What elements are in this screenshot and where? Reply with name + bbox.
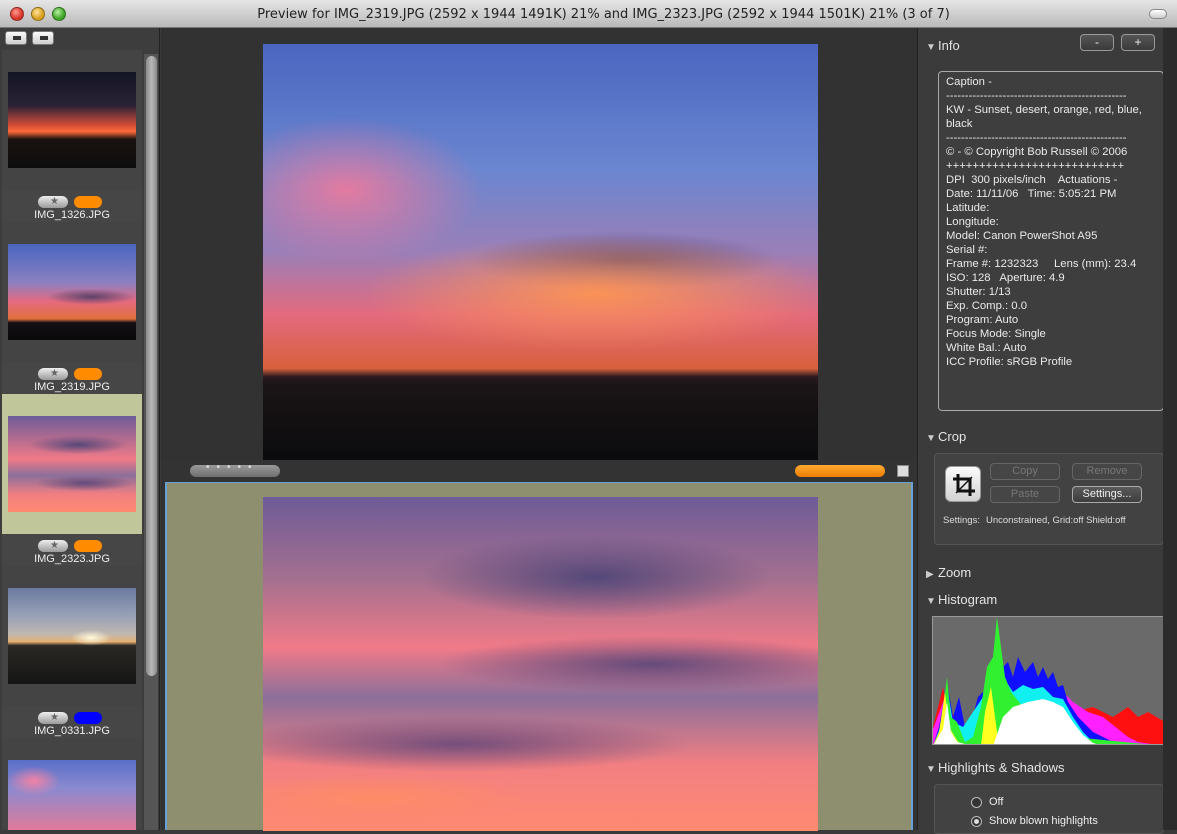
crop-tool-button[interactable] (945, 466, 981, 502)
info-section-header[interactable]: ▼ Info (926, 38, 960, 53)
highlights-section-title: Highlights & Shadows (938, 760, 1065, 775)
list-view-button[interactable] (32, 31, 54, 45)
rating-pill[interactable]: ★ (38, 540, 68, 552)
crop-section-header[interactable]: ▼ Crop (926, 429, 966, 444)
grid-view-button[interactable] (5, 31, 27, 45)
crop-copy-button[interactable]: Copy (990, 463, 1060, 480)
thumbnail-badges: ★ IMG_1326.JPG (2, 190, 142, 222)
histogram-section-title: Histogram (938, 592, 998, 607)
crop-icon (953, 474, 975, 496)
crop-section-title: Crop (938, 429, 967, 444)
histogram-svg (933, 617, 1163, 744)
crop-controls: Copy Remove Paste Settings... Settings: U… (934, 453, 1164, 545)
histogram-graph (932, 616, 1164, 745)
highlights-options: Off Show blown highlights (934, 784, 1164, 834)
crop-settings-caption: Settings: (943, 515, 980, 526)
thumbnail-badges: ★ IMG_2319.JPG (2, 362, 142, 394)
zoom-section-header[interactable]: ▶ Zoom (926, 565, 971, 580)
color-label-bar[interactable] (795, 465, 885, 477)
thumbnail-item[interactable]: ★ IMG_2319.JPG (2, 222, 142, 394)
minimize-window-button[interactable] (31, 7, 45, 21)
inspector-panel: ▼ Info - + Caption - --------------------… (917, 28, 1177, 834)
thumbnail-strip: ★ IMG_1326.JPG ★ IMG_2319.JPG ★ IMG_2323… (0, 28, 160, 830)
color-label-pill[interactable] (74, 540, 102, 552)
disclosure-triangle-open-icon[interactable]: ▼ (926, 42, 938, 53)
preview-pane-selected (165, 482, 913, 831)
crop-settings-button[interactable]: Settings... (1072, 486, 1142, 503)
preview-area: ••••• (161, 28, 917, 831)
disclosure-triangle-open-icon[interactable]: ▼ (926, 764, 938, 775)
thumbnail-filename: IMG_2323.JPG (34, 553, 110, 565)
thumbnail-image[interactable] (8, 588, 136, 684)
close-window-button[interactable] (10, 7, 24, 21)
rating-pill[interactable]: ★ (38, 712, 68, 724)
thumbnail-filename: IMG_0331.JPG (34, 725, 110, 737)
thumbnail-image[interactable] (8, 416, 136, 512)
radio-show-blown-highlights[interactable] (971, 816, 982, 827)
star-icon: ★ (50, 712, 59, 723)
radio-show-blown-highlights-label[interactable]: Show blown highlights (989, 815, 1098, 827)
thumbnail-item[interactable]: ★ IMG_1326.JPG (2, 50, 142, 222)
disclosure-triangle-closed-icon[interactable]: ▶ (926, 569, 938, 580)
thumbnail-scrollbar-thumb[interactable] (146, 56, 157, 676)
thumbnail-filename: IMG_1326.JPG (34, 209, 110, 221)
zoom-window-button[interactable] (52, 7, 66, 21)
divider-grip-handle[interactable]: ••••• (190, 462, 280, 477)
highlights-section-header[interactable]: ▼ Highlights & Shadows (926, 760, 1064, 775)
thumbnail-image[interactable] (8, 760, 136, 830)
color-label-pill[interactable] (74, 712, 102, 724)
thumbnail-badges: ★ IMG_0331.JPG (2, 706, 142, 738)
radio-off-label[interactable]: Off (989, 796, 1003, 808)
metadata-text-area[interactable]: Caption - ------------------------------… (938, 71, 1164, 411)
divider-checkbox[interactable] (897, 465, 909, 477)
crop-settings-summary: Settings: Unconstrained, Grid:off Shield:… (943, 515, 1126, 526)
color-label-pill[interactable] (74, 368, 102, 380)
star-icon: ★ (50, 540, 59, 551)
rating-pill[interactable]: ★ (38, 368, 68, 380)
crop-settings-value: Unconstrained, Grid:off Shield:off (985, 515, 1126, 526)
thumbnail-item[interactable]: ★ IMG_0331.JPG (2, 566, 142, 738)
info-plus-button[interactable]: + (1121, 34, 1155, 51)
window-titlebar: Preview for IMG_2319.JPG (2592 x 1944 14… (0, 0, 1177, 28)
grip-dots-icon: ••••• (206, 462, 259, 473)
inspector-scroll-edge[interactable] (1163, 28, 1177, 830)
crop-remove-button[interactable]: Remove (1072, 463, 1142, 480)
thumbnail-item-selected[interactable]: ★ IMG_2323.JPG (2, 394, 142, 566)
window-title: Preview for IMG_2319.JPG (2592 x 1944 14… (257, 7, 950, 22)
disclosure-triangle-open-icon[interactable]: ▼ (926, 433, 938, 444)
histogram-section-header[interactable]: ▼ Histogram (926, 592, 997, 607)
preview-image-bottom[interactable] (263, 497, 818, 831)
preview-image-top[interactable] (263, 44, 818, 460)
disclosure-triangle-open-icon[interactable]: ▼ (926, 596, 938, 607)
info-section-title: Info (938, 38, 960, 53)
toolbar-toggle-button[interactable] (1149, 9, 1167, 19)
color-label-pill[interactable] (74, 196, 102, 208)
star-icon: ★ (50, 368, 59, 379)
grid-view-icon (13, 36, 21, 40)
star-icon: ★ (50, 196, 59, 207)
thumbnail-image[interactable] (8, 72, 136, 168)
thumbnail-badges: ★ IMG_2323.JPG (2, 534, 142, 566)
zoom-section-title: Zoom (938, 565, 972, 580)
rating-pill[interactable]: ★ (38, 196, 68, 208)
split-divider[interactable]: ••••• (161, 460, 917, 482)
thumbnail-image[interactable] (8, 244, 136, 340)
list-view-icon (40, 36, 48, 40)
thumbnail-item[interactable] (2, 738, 142, 830)
radio-off[interactable] (971, 797, 982, 808)
info-minus-button[interactable]: - (1080, 34, 1114, 51)
crop-paste-button[interactable]: Paste (990, 486, 1060, 503)
thumbnail-filename: IMG_2319.JPG (34, 381, 110, 393)
